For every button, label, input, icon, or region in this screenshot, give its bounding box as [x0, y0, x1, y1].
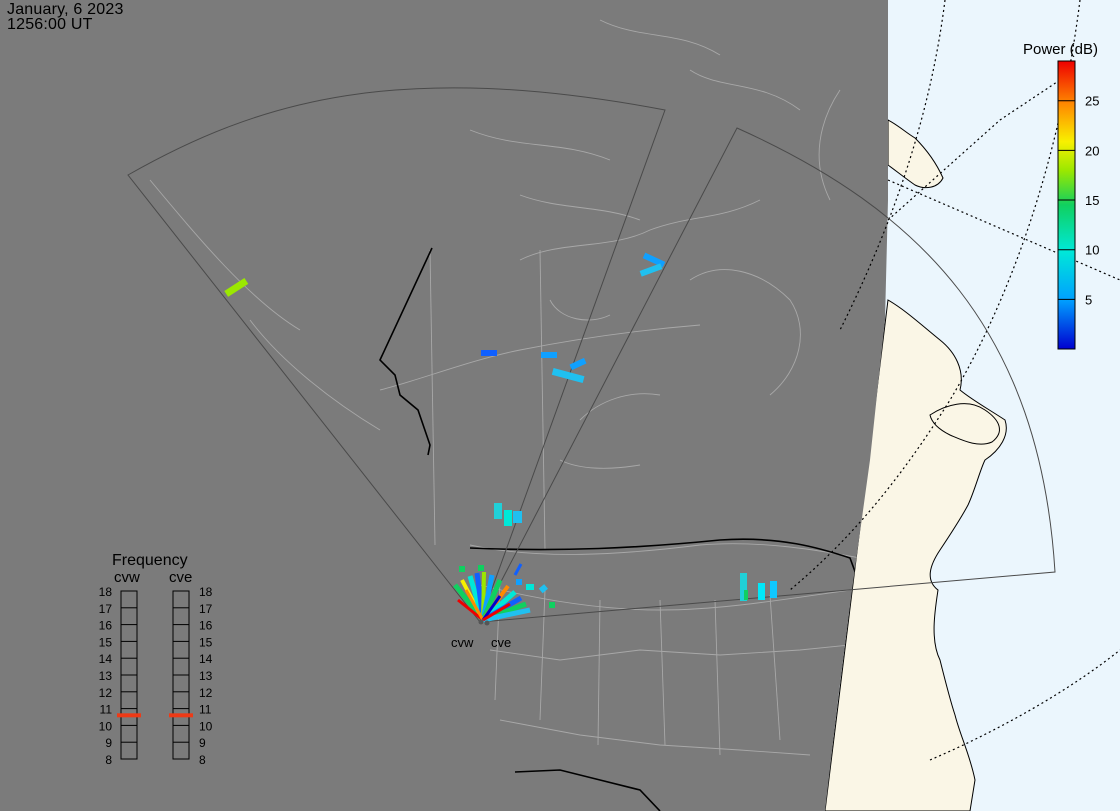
- frequency-col-cve: cve: [169, 569, 192, 586]
- colorbar-tick-label: 5: [1085, 292, 1092, 307]
- frequency-tick-label-left: 10: [99, 719, 113, 733]
- frequency-tick-label-right: 11: [199, 703, 212, 717]
- echo-cell: [481, 350, 497, 356]
- frequency-tick-label-right: 12: [199, 686, 213, 700]
- frequency-tick-label-right: 18: [199, 585, 213, 599]
- echo-cell: [513, 511, 522, 523]
- frequency-tick-label-left: 14: [99, 652, 113, 666]
- frequency-tick-label-right: 10: [199, 719, 213, 733]
- power-colorbar: Power (dB) 5 10 15 20 25: [1023, 41, 1099, 350]
- echo-cell: [494, 503, 502, 519]
- frequency-tick-label-left: 17: [99, 602, 113, 616]
- frequency-tick-label-left: 18: [99, 585, 113, 599]
- colorbar-title: Power (dB): [1023, 41, 1098, 58]
- frequency-marker: [117, 713, 141, 718]
- frequency-tick-label-right: 17: [199, 602, 213, 616]
- echo-cell: [504, 510, 512, 526]
- colorbar-tick-label: 20: [1085, 143, 1099, 158]
- superdarn-map-view: cvw cve Power (dB) 5 10 15 20 25 Frequency c…: [0, 0, 1120, 811]
- frequency-tick-label-right: 16: [199, 619, 213, 633]
- frequency-tick-label-left: 12: [99, 686, 113, 700]
- frequency-tick-label-left: 11: [100, 703, 113, 717]
- radar-label-cve: cve: [491, 635, 511, 650]
- colorbar-tick-label: 25: [1085, 94, 1099, 109]
- time-label: 1256:00 UT: [7, 16, 93, 33]
- colorbar-tick-label: 10: [1085, 243, 1099, 258]
- radar-site-cvw: [478, 619, 484, 625]
- frequency-tick-label-right: 15: [199, 635, 213, 649]
- frequency-marker: [169, 713, 193, 718]
- colorbar-tick-label: 15: [1085, 193, 1099, 208]
- frequency-col-cvw: cvw: [114, 569, 140, 586]
- radar-site-cve: [484, 620, 490, 626]
- frequency-tick-label-left: 15: [99, 635, 113, 649]
- echo-cell: [770, 581, 777, 598]
- echo-cell: [758, 583, 765, 600]
- frequency-tick-label-left: 9: [105, 736, 112, 750]
- night-region: [0, 0, 888, 811]
- colorbar-gradient: [1057, 60, 1076, 350]
- frequency-tick-label-right: 14: [199, 652, 213, 666]
- daylit-land-greenland: [887, 119, 944, 189]
- frequency-tick-label-right: 13: [199, 669, 213, 683]
- echo-cell: [541, 352, 557, 358]
- frequency-tick-label-right: 9: [199, 736, 206, 750]
- echo-cell: [744, 590, 748, 600]
- frequency-tick-label-left: 8: [105, 753, 112, 767]
- frequency-tick-label-left: 13: [99, 669, 113, 683]
- map-canvas: cvw cve Power (dB) 5 10 15 20 25 Frequency c…: [0, 0, 1120, 811]
- frequency-title: Frequency: [112, 552, 188, 569]
- radar-label-cvw: cvw: [451, 635, 474, 650]
- frequency-tick-label-left: 16: [99, 619, 113, 633]
- frequency-tick-label-right: 8: [199, 753, 206, 767]
